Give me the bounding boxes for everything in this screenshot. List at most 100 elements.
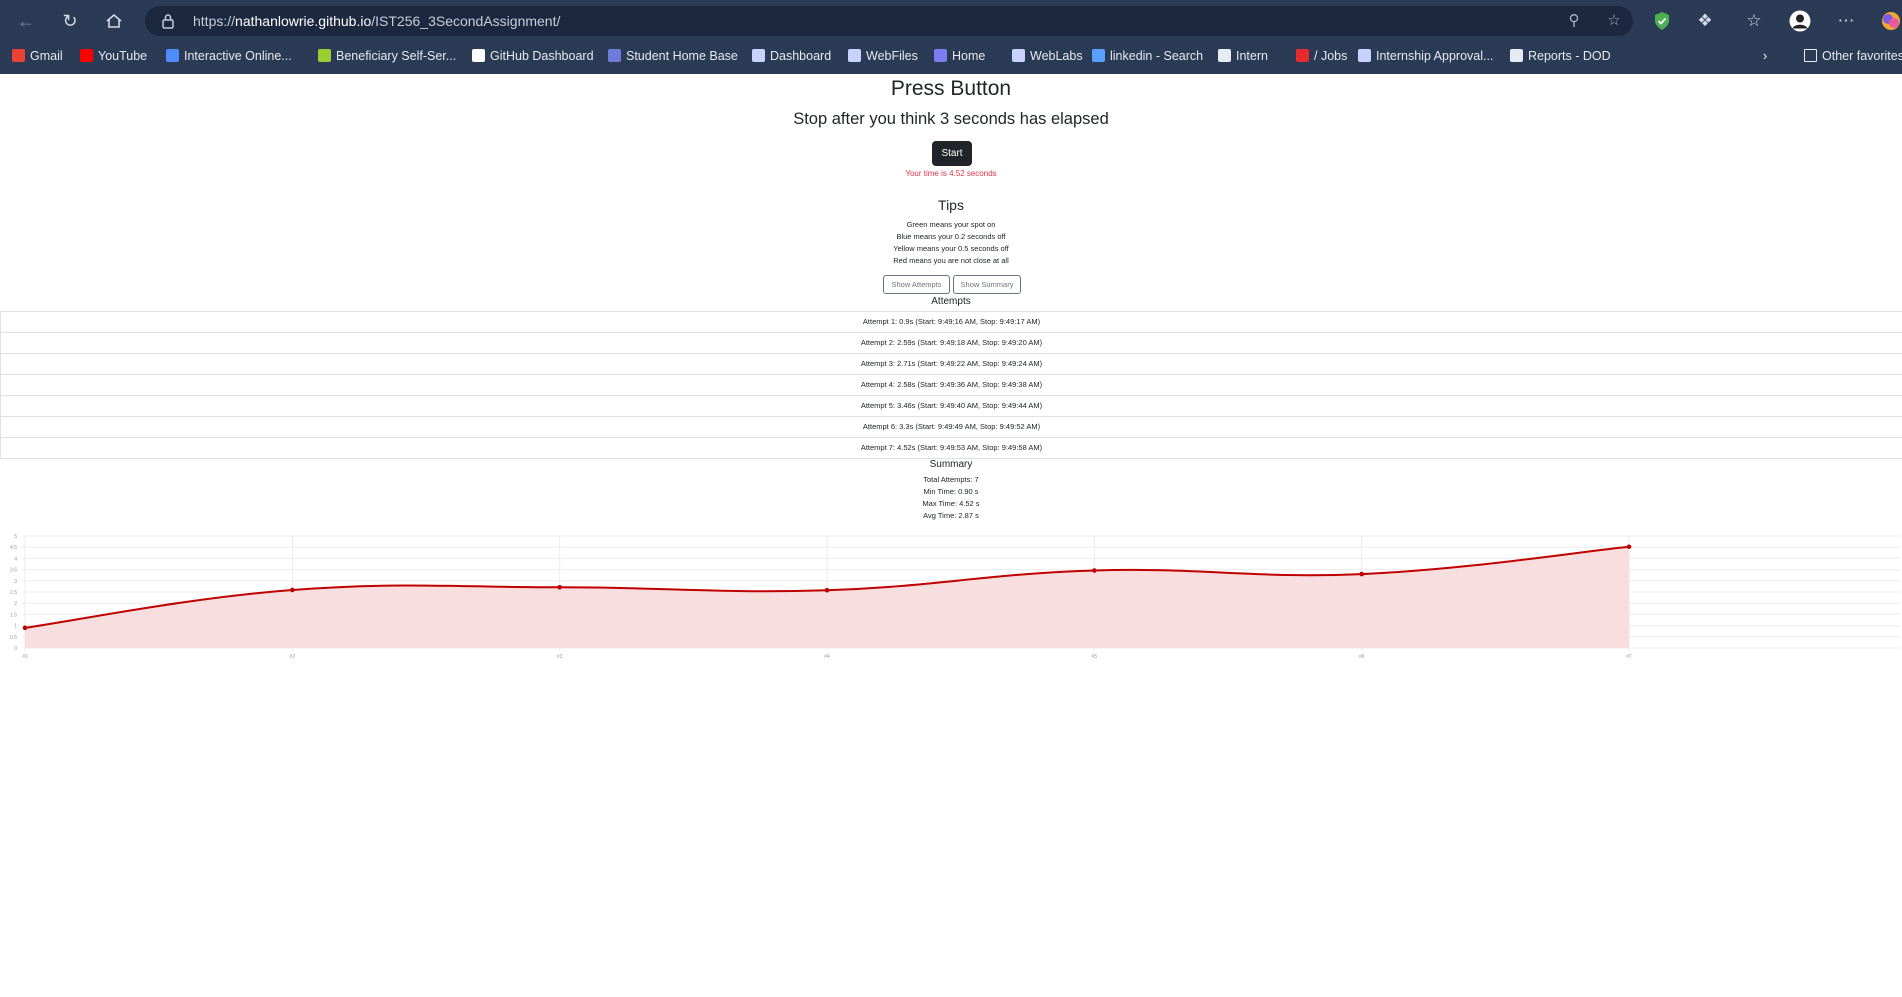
bookmark-icon [934, 49, 947, 62]
attempts-title: Attempts [931, 296, 971, 307]
x-tick-label: #3 [557, 654, 563, 660]
tips-title: Tips [938, 197, 964, 213]
favorites-icon[interactable]: ☆ [1742, 9, 1766, 33]
y-tick-label: 1.5 [10, 612, 17, 618]
data-point [1359, 571, 1364, 577]
bookmark-item[interactable]: GitHub Dashboard [472, 47, 594, 65]
bookmark-label: Internship Approval... [1376, 49, 1494, 63]
y-tick-label: 1 [14, 624, 17, 630]
page-title: Press Button [890, 77, 1012, 100]
list-item: Attempt 7: 4.52s (Start: 9:49:53 AM, Sto… [0, 438, 1902, 459]
start-button[interactable]: Start [932, 141, 972, 166]
tip-yellow: Yellow means your 0.5 seconds off [893, 244, 1009, 253]
y-tick-label: 4.5 [10, 545, 17, 551]
profile-avatar[interactable] [1788, 9, 1812, 33]
tip-blue: Blue means your 0.2 seconds off [896, 232, 1006, 241]
list-item: Attempt 4: 2.58s (Start: 9:49:36 AM, Sto… [0, 375, 1902, 396]
page-content: Press Button Stop after you think 3 seco… [0, 74, 1902, 997]
shield-extension-icon[interactable] [1650, 9, 1674, 33]
bookmark-label: WebLabs [1030, 49, 1083, 63]
bookmark-label: WebFiles [866, 49, 918, 63]
url-path: /IST256_3SecondAssignment/ [371, 13, 561, 29]
y-tick-label: 3 [14, 579, 17, 585]
x-tick-label: #2 [290, 654, 296, 660]
url-host: nathanlowrie.github.io [235, 13, 372, 29]
summary-max: Max Time: 4.52 s [922, 499, 980, 508]
bookmark-icon [1012, 49, 1025, 62]
x-tick-label: #5 [1092, 654, 1098, 660]
url-text: https://nathanlowrie.github.io/IST256_3S… [193, 13, 560, 29]
list-item: Attempt 6: 3.3s (Start: 9:49:49 AM, Stop… [0, 417, 1902, 438]
bookmark-icon [166, 49, 179, 62]
bookmark-icon [1358, 49, 1371, 62]
y-tick-label: 0 [14, 646, 17, 652]
bookmark-icon [848, 49, 861, 62]
copilot-icon[interactable] [1880, 9, 1902, 33]
home-icon[interactable] [102, 9, 126, 33]
bookmark-item[interactable]: Interactive Online... [166, 47, 292, 65]
y-tick-label: 5 [14, 534, 17, 540]
zoom-icon[interactable]: ⚲ [1565, 12, 1583, 30]
folder-icon [1804, 49, 1817, 62]
refresh-icon[interactable]: ↻ [58, 9, 82, 33]
bookmark-item[interactable]: Reports - DOD [1510, 47, 1611, 65]
back-icon[interactable]: ← [14, 9, 38, 33]
bookmark-item[interactable]: Internship Approval... [1358, 47, 1493, 65]
bookmark-label: Intern [1236, 49, 1268, 63]
page-subtitle: Stop after you think 3 seconds has elaps… [793, 110, 1109, 128]
bookmark-item[interactable]: WebFiles [848, 47, 918, 65]
bookmark-icon [318, 49, 331, 62]
bookmark-item[interactable]: Gmail [12, 47, 63, 65]
y-tick-label: 4 [14, 556, 17, 562]
data-point [290, 587, 295, 593]
bookmark-item[interactable]: YouTube [80, 47, 147, 65]
show-attempts-button[interactable]: Show Attempts [883, 275, 950, 294]
bookmark-label: linkedin - Search [1110, 49, 1204, 63]
bookmark-label: Beneficiary Self-Ser... [336, 49, 457, 63]
x-tick-label: #7 [1626, 654, 1632, 660]
bookmark-item[interactable]: Intern [1218, 47, 1268, 65]
bookmark-icon [608, 49, 621, 62]
bookmark-item[interactable]: linkedin - Search [1092, 47, 1203, 65]
summary-avg: Avg Time: 2.87 s [923, 511, 979, 520]
bookmark-item[interactable]: Beneficiary Self-Ser... [318, 47, 456, 65]
favorite-star-icon[interactable]: ☆ [1605, 12, 1623, 30]
time-result: Your time is 4.52 seconds [905, 169, 997, 178]
list-item: Attempt 2: 2.59s (Start: 9:49:18 AM, Sto… [0, 333, 1902, 354]
list-item: Attempt 1: 0.9s (Start: 9:49:16 AM, Stop… [0, 312, 1902, 333]
x-tick-label: #4 [824, 654, 830, 660]
data-point [22, 625, 28, 631]
lock-icon [162, 14, 174, 29]
bookmark-label: Gmail [30, 49, 63, 63]
data-point [1626, 544, 1632, 550]
y-tick-label: 0.5 [10, 635, 17, 641]
x-tick-label: #1 [22, 654, 28, 660]
list-item: Attempt 3: 2.71s (Start: 9:49:22 AM, Sto… [0, 354, 1902, 375]
other-favorites[interactable]: Other favorites [1804, 47, 1902, 65]
bookmarks-overflow-chevron-icon[interactable]: › [1763, 47, 1767, 65]
other-favorites-label: Other favorites [1822, 49, 1902, 63]
bookmark-icon [80, 49, 93, 62]
more-menu-icon[interactable]: ⋯ [1834, 9, 1858, 33]
bookmark-label: / Jobs [1314, 49, 1348, 63]
bookmark-item[interactable]: / Jobs [1296, 47, 1347, 65]
data-point [824, 587, 830, 593]
bookmark-item[interactable]: Home [934, 47, 985, 65]
show-summary-button[interactable]: Show Summary [953, 275, 1021, 294]
bookmark-item[interactable]: Dashboard [752, 47, 831, 65]
attempts-list: Attempt 1: 0.9s (Start: 9:49:16 AM, Stop… [0, 311, 1902, 459]
attempts-chart: 0 0.5 1 1.5 2 2.5 3 3.5 4 4.5 5 #1 #2 #3 #4 #5 #6 #7 [10, 534, 1900, 660]
extensions-icon[interactable]: ❖ [1693, 9, 1717, 33]
y-tick-label: 2.5 [10, 590, 17, 596]
bookmark-label: Interactive Online... [184, 49, 292, 63]
url-prefix: https:// [193, 13, 236, 29]
x-tick-label: #6 [1359, 654, 1365, 660]
bookmark-icon [472, 49, 485, 62]
bookmark-label: Dashboard [770, 49, 832, 63]
bookmark-item[interactable]: WebLabs [1012, 47, 1083, 65]
list-item: Attempt 5: 3.46s (Start: 9:49:40 AM, Sto… [0, 396, 1902, 417]
bookmark-icon [1296, 49, 1309, 62]
bookmark-item[interactable]: Student Home Base [608, 47, 738, 65]
summary-title: Summary [929, 459, 973, 470]
address-bar[interactable]: https://nathanlowrie.github.io/IST256_3S… [145, 6, 1633, 36]
